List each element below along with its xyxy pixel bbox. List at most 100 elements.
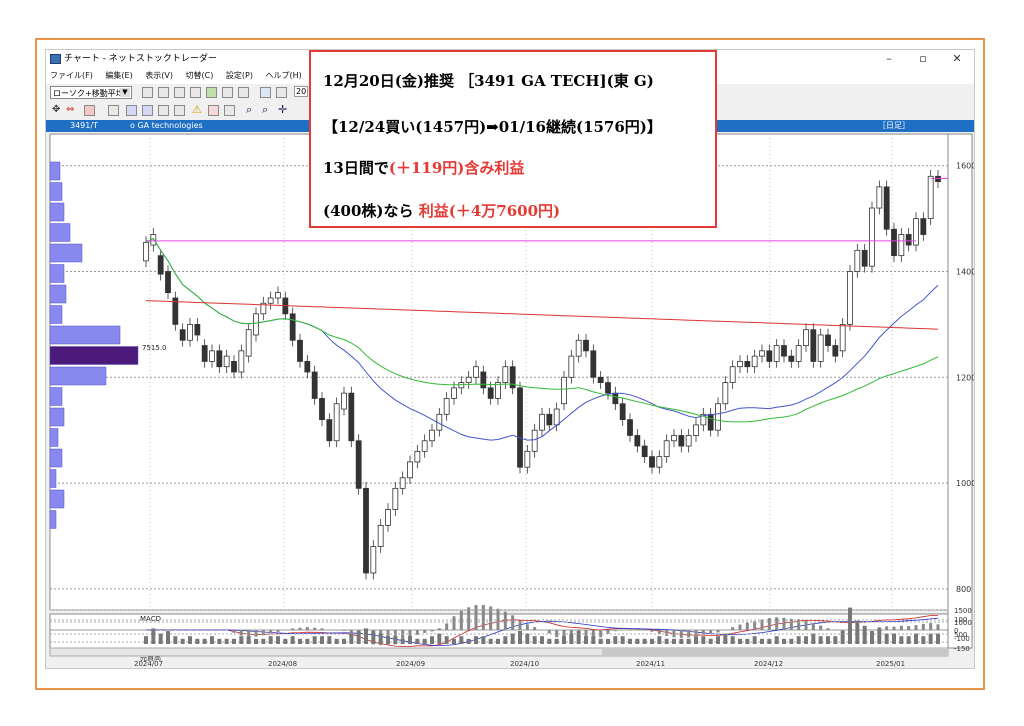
macd-histogram-bar bbox=[533, 627, 537, 630]
volume-bar bbox=[408, 636, 412, 644]
volume-bar bbox=[789, 638, 794, 644]
menu-file[interactable]: ファイル(F) bbox=[50, 68, 93, 84]
candle-body bbox=[693, 424, 699, 436]
macd-histogram-bar bbox=[628, 630, 632, 631]
chart-type-icon[interactable] bbox=[158, 87, 169, 98]
indicator-icon[interactable] bbox=[158, 105, 169, 116]
macd-histogram-bar bbox=[731, 627, 735, 630]
candle-body bbox=[326, 419, 333, 442]
indicator-icon[interactable] bbox=[108, 105, 119, 116]
menu-settings[interactable]: 設定(P) bbox=[226, 68, 253, 84]
volume-bar bbox=[378, 633, 383, 644]
volume-bar bbox=[796, 636, 801, 644]
volume-profile-bar bbox=[49, 489, 65, 509]
menu-view[interactable]: 表示(V) bbox=[145, 68, 173, 84]
volume-bar bbox=[452, 638, 456, 644]
volume-bar bbox=[862, 625, 867, 644]
volume-bar bbox=[283, 638, 288, 644]
macd-histogram-bar bbox=[291, 628, 295, 630]
close-button[interactable]: ✕ bbox=[940, 50, 974, 68]
chart-type-icon[interactable] bbox=[190, 87, 201, 98]
window-title: チャート - ネットストックトレーダー bbox=[64, 54, 217, 64]
grid-icon[interactable] bbox=[276, 87, 287, 98]
volume-bar bbox=[239, 636, 244, 644]
macd-histogram-bar bbox=[635, 629, 639, 631]
candle-body bbox=[495, 382, 501, 399]
candle-body bbox=[825, 334, 831, 346]
chart-type-icon[interactable] bbox=[206, 87, 217, 98]
candle-body bbox=[619, 403, 626, 421]
indicator-icon[interactable] bbox=[126, 105, 137, 116]
volume-bar bbox=[393, 636, 398, 644]
x-tick-label: 2024/12 bbox=[754, 660, 783, 668]
macd-histogram-bar bbox=[452, 616, 456, 630]
period-label[interactable]: ［日足］ bbox=[878, 120, 910, 132]
menu-edit[interactable]: 編集(E) bbox=[105, 68, 132, 84]
chart-type-icon[interactable] bbox=[222, 87, 233, 98]
candle-body bbox=[377, 524, 384, 547]
candle-body bbox=[766, 350, 773, 362]
candle-body bbox=[157, 255, 164, 275]
volume-bar bbox=[400, 638, 405, 644]
volume-bar bbox=[503, 636, 508, 644]
candle-body bbox=[561, 376, 567, 405]
candle-body bbox=[407, 461, 413, 479]
indicator-icon[interactable] bbox=[84, 105, 95, 116]
candle-body bbox=[355, 440, 362, 489]
warning-icon[interactable]: ⚠ bbox=[192, 103, 202, 116]
x-tick-label: 2024/08 bbox=[268, 660, 297, 668]
volume-bar bbox=[180, 638, 185, 644]
indicator-icon[interactable] bbox=[142, 105, 153, 116]
indicator-select[interactable]: ローソク+移動平均 ▼ bbox=[50, 86, 132, 99]
indicator-icon[interactable] bbox=[208, 105, 219, 116]
year-badge[interactable]: 20 bbox=[294, 86, 309, 97]
x-tick-label: 2024/07 bbox=[134, 660, 163, 668]
compare-icon[interactable] bbox=[260, 87, 271, 98]
candle-body bbox=[839, 323, 846, 352]
candle-body bbox=[671, 435, 677, 442]
chart-type-icon[interactable] bbox=[174, 87, 185, 98]
minimize-button[interactable]: – bbox=[872, 50, 906, 68]
volume-bar bbox=[144, 636, 148, 644]
indicator-icon[interactable] bbox=[174, 105, 185, 116]
menu-help[interactable]: ヘルプ(H) bbox=[266, 68, 302, 84]
volume-bar bbox=[840, 631, 845, 644]
volume-bar bbox=[195, 638, 200, 644]
search-icon[interactable]: ⌕ bbox=[262, 103, 268, 117]
chart-type-icon[interactable] bbox=[142, 87, 153, 98]
candle-body bbox=[231, 361, 237, 373]
volume-profile-bar bbox=[49, 387, 63, 406]
chevron-down-icon[interactable]: ▼ bbox=[120, 88, 130, 97]
candle-body bbox=[341, 392, 347, 410]
macd-histogram-bar bbox=[342, 630, 346, 631]
candle-body bbox=[216, 350, 223, 368]
volume-bar bbox=[415, 638, 420, 644]
indicator-icon[interactable] bbox=[224, 105, 235, 116]
candle-body bbox=[289, 313, 296, 341]
chart-type-icon[interactable] bbox=[238, 87, 249, 98]
candle-body bbox=[165, 271, 171, 294]
macd-histogram-bar bbox=[232, 630, 236, 633]
candle-body bbox=[663, 440, 670, 458]
crosshair-icon[interactable]: ✥ bbox=[52, 104, 60, 115]
volume-bar bbox=[628, 638, 632, 644]
macd-histogram-bar bbox=[269, 630, 273, 634]
pin-icon[interactable]: ✛ bbox=[278, 103, 287, 116]
volume-bar bbox=[488, 638, 493, 644]
volume-profile-label: 7515.0 bbox=[142, 344, 167, 352]
move-icon[interactable]: ⇔ bbox=[66, 104, 74, 115]
menu-switch[interactable]: 切替(C) bbox=[186, 68, 214, 84]
zoom-icon[interactable]: ⌕ bbox=[246, 103, 252, 117]
macd-histogram-bar bbox=[320, 628, 324, 630]
candle-body bbox=[751, 355, 758, 368]
volume-bar bbox=[298, 638, 302, 644]
macd-histogram-bar bbox=[305, 627, 309, 630]
macd-histogram-bar bbox=[621, 630, 625, 631]
candle-body bbox=[553, 408, 560, 426]
volume-bar bbox=[679, 638, 684, 644]
volume-bar bbox=[591, 636, 596, 644]
maximize-button[interactable]: ▫ bbox=[906, 50, 940, 68]
volume-tick-label: 1000 bbox=[954, 619, 972, 627]
volume-bar bbox=[532, 636, 537, 644]
volume-bar bbox=[386, 636, 390, 644]
